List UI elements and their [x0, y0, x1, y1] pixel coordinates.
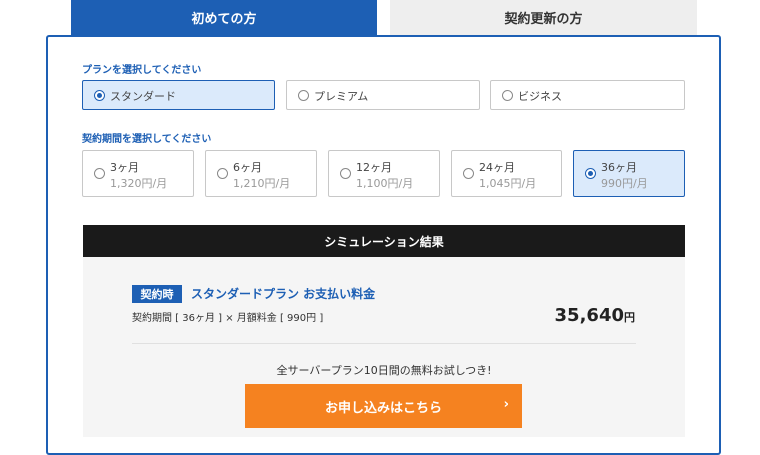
simulation-title: スタンダードプラン お支払い料金: [191, 287, 376, 301]
term-option-term: 3ヶ月: [110, 161, 139, 174]
radio-icon: [94, 90, 105, 101]
term-option-term: 6ヶ月: [233, 161, 262, 174]
total-price: 35,640円: [555, 305, 635, 326]
radio-icon: [502, 90, 513, 101]
price-formula: 契約期間 [ 36ヶ月 ] × 月額料金 [ 990円 ]: [132, 313, 324, 324]
tab-new-customer[interactable]: 初めての方: [71, 0, 377, 35]
term-option-3months[interactable]: 3ヶ月 1,320円/月: [82, 150, 194, 197]
plan-option-standard[interactable]: スタンダード: [82, 80, 275, 110]
chevron-right-icon: ›: [503, 397, 509, 412]
plan-option-business[interactable]: ビジネス: [490, 80, 685, 110]
tab-bar: 初めての方 契約更新の方: [71, 0, 697, 35]
term-option-term: 12ヶ月: [356, 161, 392, 174]
term-option-term: 36ヶ月: [601, 161, 637, 174]
radio-icon: [340, 168, 351, 179]
simulation-header: シミュレーション結果: [83, 225, 685, 257]
total-unit: 円: [624, 311, 635, 324]
apply-button[interactable]: お申し込みはこちら ›: [245, 384, 522, 428]
plan-option-label: ビジネス: [518, 90, 562, 103]
term-option-price: 1,100円/月: [356, 177, 414, 190]
term-option-price: 1,045円/月: [479, 177, 537, 190]
plan-option-label: スタンダード: [110, 90, 176, 103]
tab-renewal[interactable]: 契約更新の方: [390, 0, 697, 35]
term-section-label: 契約期間を選択してください: [82, 134, 212, 145]
divider: [132, 343, 636, 344]
radio-icon: [94, 168, 105, 179]
radio-icon: [463, 168, 474, 179]
term-option-price: 1,210円/月: [233, 177, 291, 190]
term-option-price: 990円/月: [601, 177, 648, 190]
term-option-6months[interactable]: 6ヶ月 1,210円/月: [205, 150, 317, 197]
term-option-12months[interactable]: 12ヶ月 1,100円/月: [328, 150, 440, 197]
term-option-price: 1,320円/月: [110, 177, 168, 190]
plan-option-premium[interactable]: プレミアム: [286, 80, 480, 110]
radio-icon: [298, 90, 309, 101]
term-option-24months[interactable]: 24ヶ月 1,045円/月: [451, 150, 562, 197]
term-option-term: 24ヶ月: [479, 161, 515, 174]
term-option-36months[interactable]: 36ヶ月 990円/月: [573, 150, 685, 197]
radio-icon: [585, 168, 596, 179]
plan-section-label: プランを選択してください: [82, 65, 202, 76]
contract-badge: 契約時: [132, 285, 182, 303]
plan-option-label: プレミアム: [314, 90, 369, 103]
apply-button-label: お申し込みはこちら: [324, 400, 442, 416]
total-amount: 35,640: [554, 305, 624, 326]
free-trial-note: 全サーバープラン10日間の無料お試しつき!: [276, 364, 492, 377]
radio-icon: [217, 168, 228, 179]
